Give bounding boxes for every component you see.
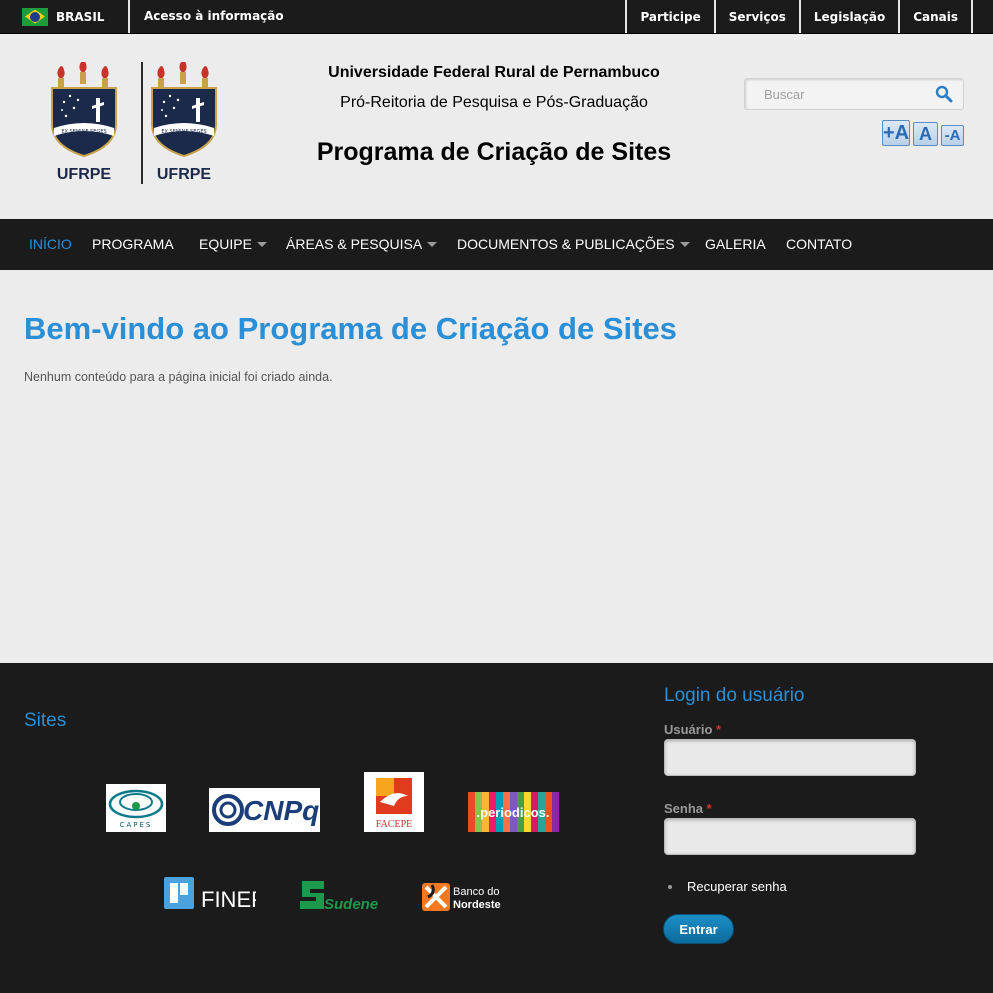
caret-down-icon bbox=[427, 242, 438, 247]
cnpq-logo-icon: CNPq bbox=[212, 794, 319, 826]
pro-reitoria-name: Pró-Reitoria de Pesquisa e Pós-Graduação bbox=[340, 94, 648, 111]
nav-item-label: DOCUMENTOS & PUBLICAÇÕES bbox=[457, 236, 675, 252]
access-info-link[interactable]: Acesso à informação bbox=[144, 9, 284, 23]
password-input[interactable] bbox=[664, 818, 916, 855]
search-input[interactable] bbox=[745, 79, 930, 109]
facepe-label: FACEPE bbox=[376, 819, 413, 830]
nav-item-galeria[interactable]: GALERIA bbox=[705, 236, 766, 252]
nav-item-label: PROGRAMA bbox=[92, 236, 174, 252]
banco-do-nordeste-logo-icon: Banco do Nordeste bbox=[422, 883, 501, 911]
bnb-label-line2: Nordeste bbox=[453, 899, 501, 911]
site-header: EX SEMINE SEGES UFRPE EX SEMINE SEGES UF… bbox=[0, 34, 993, 219]
nav-item-label: GALERIA bbox=[705, 236, 766, 252]
font-decrease-button[interactable]: -A bbox=[941, 125, 964, 146]
username-label-text: Usuário bbox=[664, 722, 713, 737]
university-name: Universidade Federal Rural de Pernambuco bbox=[328, 64, 660, 81]
capes-label: CAPES bbox=[120, 821, 153, 829]
required-mark: * bbox=[706, 801, 712, 816]
ufrpe-logo[interactable]: EX SEMINE SEGES UFRPE EX SEMINE SEGES UF… bbox=[44, 60, 224, 188]
nav-item-documentos-publicacoes[interactable]: DOCUMENTOS & PUBLICAÇÕES bbox=[457, 236, 690, 252]
username-input[interactable] bbox=[664, 739, 916, 776]
bullet-icon bbox=[668, 884, 672, 889]
sudene-logo-icon: Sudene bbox=[300, 881, 378, 913]
main-content: Bem-vindo ao Programa de Criação de Site… bbox=[0, 270, 993, 663]
login-title: Login do usuário bbox=[664, 685, 805, 706]
font-reset-button[interactable]: A bbox=[913, 122, 938, 146]
nav-item-label: EQUIPE bbox=[199, 236, 252, 252]
capes-logo-icon: CAPES bbox=[108, 789, 164, 829]
page-body-text: Nenhum conteúdo para a página inicial fo… bbox=[24, 370, 333, 384]
username-label: Usuário * bbox=[664, 722, 721, 737]
recover-password-item: Recuperar senha bbox=[668, 879, 787, 894]
ufrpe-shield-right: EX SEMINE SEGES UFRPE bbox=[144, 60, 224, 183]
partner-link-sudene[interactable]: Sudene bbox=[298, 879, 380, 913]
partner-link-finep[interactable]: FINEP bbox=[164, 877, 266, 912]
page-heading: Bem-vindo ao Programa de Criação de Site… bbox=[24, 311, 677, 346]
gov-links: Participe Serviços Legislação Canais bbox=[625, 0, 973, 33]
nav-item-contato[interactable]: CONTATO bbox=[786, 236, 852, 252]
brasil-link[interactable]: BRASIL bbox=[0, 0, 130, 33]
shield-crest-icon: EX SEMINE SEGES bbox=[51, 60, 117, 158]
nav-item-inicio[interactable]: INÍCIO bbox=[29, 236, 72, 252]
gov-link-participe[interactable]: Participe bbox=[625, 0, 713, 33]
recover-password-link[interactable]: Recuperar senha bbox=[687, 879, 787, 894]
brazil-flag-icon bbox=[22, 7, 48, 26]
partner-link-banco-do-nordeste[interactable]: Banco do Nordeste bbox=[422, 881, 508, 913]
required-mark: * bbox=[716, 722, 722, 737]
font-size-controls: +A A -A bbox=[882, 120, 964, 146]
partner-link-periodicos[interactable]: .periodicos. bbox=[468, 792, 559, 832]
sites-section-title: Sites bbox=[24, 710, 67, 731]
svg-text:EX SEMINE SEGES: EX SEMINE SEGES bbox=[161, 129, 206, 135]
shield-crest-icon: EX SEMINE SEGES bbox=[151, 60, 217, 158]
ufrpe-shield-left: EX SEMINE SEGES UFRPE bbox=[44, 60, 124, 183]
periodicos-logo-icon: .periodicos. bbox=[468, 792, 559, 832]
partner-link-cnpq[interactable]: CNPq bbox=[209, 788, 320, 832]
svg-text:EX SEMINE SEGES: EX SEMINE SEGES bbox=[61, 129, 106, 135]
periodicos-label: .periodicos. bbox=[477, 805, 550, 820]
search-box bbox=[744, 78, 964, 110]
facepe-logo-icon: FACEPE bbox=[376, 778, 413, 830]
gov-link-servicos[interactable]: Serviços bbox=[713, 0, 799, 33]
partner-link-facepe[interactable]: FACEPE bbox=[364, 772, 424, 832]
cnpq-label: CNPq bbox=[243, 795, 319, 826]
login-submit-button[interactable]: Entrar bbox=[663, 914, 734, 944]
logo-label-right: UFRPE bbox=[156, 166, 212, 183]
finep-label: FINEP bbox=[201, 887, 256, 912]
bnb-label-line1: Banco do bbox=[453, 886, 499, 898]
brasil-label: BRASIL bbox=[56, 9, 105, 24]
logo-divider bbox=[141, 62, 143, 184]
nav-item-label: INÍCIO bbox=[29, 236, 72, 252]
gov-link-legislacao[interactable]: Legislação bbox=[798, 0, 898, 33]
nav-item-label: ÁREAS & PESQUISA bbox=[286, 236, 423, 252]
logo-label-left: UFRPE bbox=[56, 166, 112, 183]
gov-link-canais[interactable]: Canais bbox=[898, 0, 973, 33]
gov-bar: BRASIL Acesso à informação Participe Ser… bbox=[0, 0, 993, 34]
partner-link-capes[interactable]: CAPES bbox=[106, 784, 166, 832]
nav-item-label: CONTATO bbox=[786, 236, 853, 252]
finep-logo-icon: FINEP bbox=[164, 877, 266, 912]
nav-item-areas-pesquisa[interactable]: ÁREAS & PESQUISA bbox=[286, 236, 438, 252]
site-title[interactable]: Programa de Criação de Sites bbox=[240, 138, 748, 167]
caret-down-icon bbox=[679, 242, 690, 247]
password-label-text: Senha bbox=[664, 801, 704, 816]
search-icon[interactable] bbox=[935, 85, 953, 103]
password-label: Senha * bbox=[664, 801, 712, 816]
nav-item-programa[interactable]: PROGRAMA bbox=[92, 236, 174, 252]
caret-down-icon bbox=[256, 242, 267, 247]
font-increase-button[interactable]: +A bbox=[882, 120, 910, 146]
site-footer: Sites CAPES CNPq FACEPE .periodicos. FIN… bbox=[0, 663, 993, 993]
main-nav: INÍCIO PROGRAMA EQUIPE ÁREAS & PESQUISA … bbox=[0, 219, 993, 270]
nav-item-equipe[interactable]: EQUIPE bbox=[199, 236, 267, 252]
sudene-label: Sudene bbox=[324, 896, 378, 912]
